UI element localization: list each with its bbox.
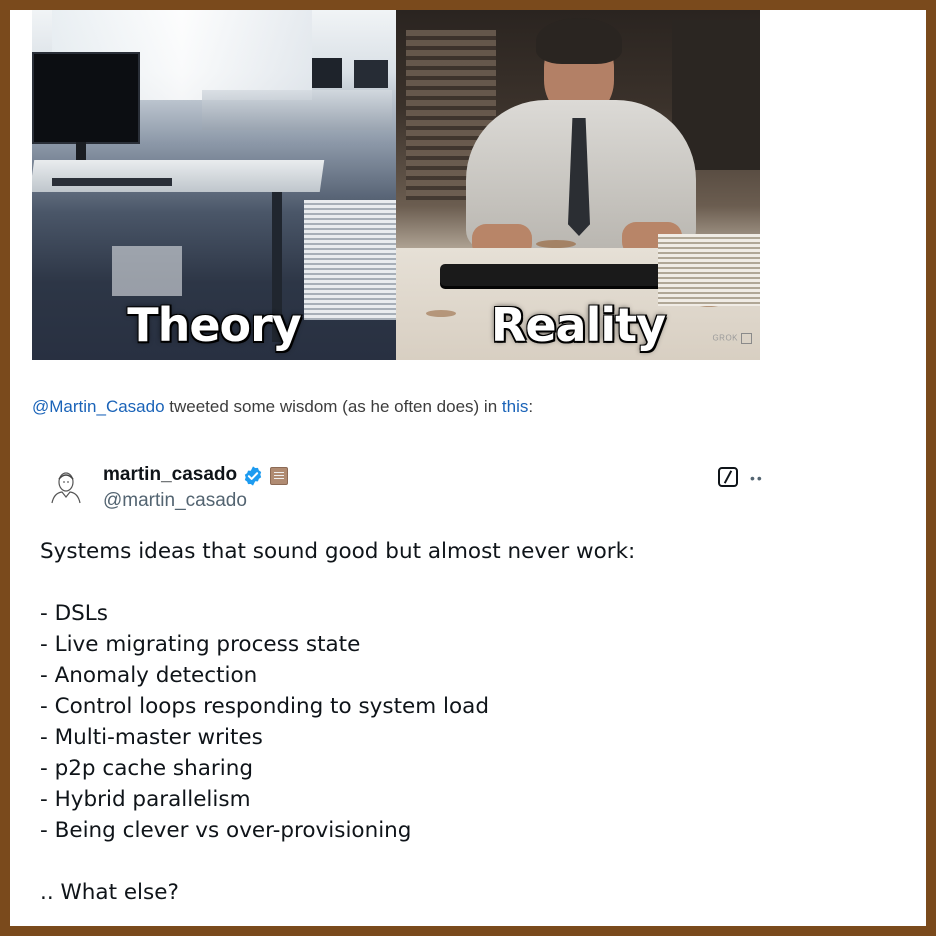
grok-icon[interactable] [718,467,738,487]
grok-watermark: GROK [712,333,752,344]
tweet-line: - Anomaly detection [40,663,258,688]
affiliate-badge-icon[interactable] [270,467,288,485]
tweet-line: - Multi-master writes [40,725,263,750]
tweet-link[interactable]: this [502,397,528,416]
reality-panel: Reality GROK [396,10,760,360]
tweet-line: - Hybrid parallelism [40,787,251,812]
tweet-display-name[interactable]: martin_casado [103,464,237,486]
avatar-sketch-icon [51,472,81,504]
tweet-line: - p2p cache sharing [40,756,253,781]
hero-image: Theory Reality GROK [32,10,760,360]
intro-text: @Martin_Casado tweeted some wisdom (as h… [32,397,533,417]
tweet-line: .. What else? [40,880,179,905]
page: Theory Reality GROK @Martin_Casado tweet… [10,10,926,926]
tweet-handle[interactable]: @martin_casado [103,490,247,512]
more-icon[interactable]: •• [750,470,764,486]
verified-icon [244,466,262,486]
avatar[interactable] [46,467,86,507]
theory-caption: Theory [127,298,302,352]
tweet-line [40,567,900,598]
tweet-line: - Control loops responding to system loa… [40,694,489,719]
tweet-line: - Being clever vs over-provisioning [40,818,412,843]
tweet-line: - Live migrating process state [40,632,361,657]
reality-caption: Reality [490,298,666,352]
theory-panel: Theory [32,10,396,360]
tweet-line [40,846,900,877]
tweet-line: Systems ideas that sound good but almost… [40,539,636,564]
intro-end-text: : [528,397,534,416]
tweet-line: - DSLs [40,601,108,626]
martin-casado-mention-link[interactable]: @Martin_Casado [32,397,165,416]
tweet-body: Systems ideas that sound good but almost… [40,536,900,908]
intro-middle-text: tweeted some wisdom (as he often does) i… [164,397,502,416]
